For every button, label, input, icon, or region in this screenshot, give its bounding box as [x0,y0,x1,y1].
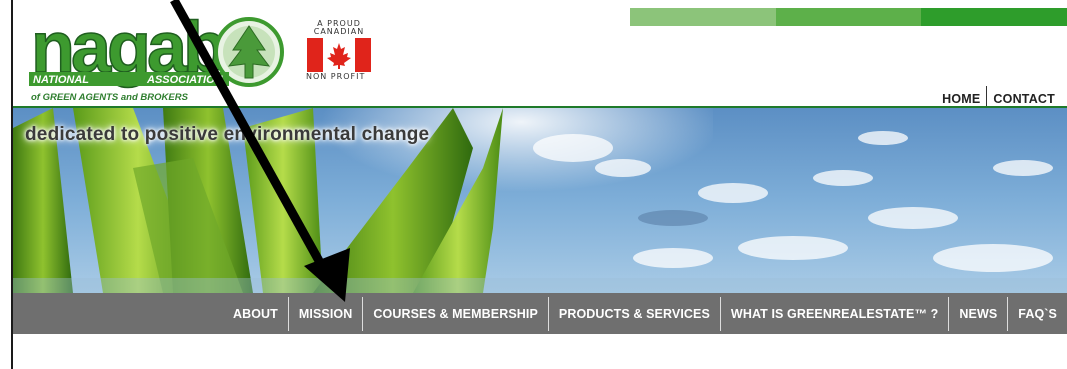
main-navigation: ABOUT MISSION COURSES & MEMBERSHIP PRODU… [13,293,1067,334]
banner-tagline: dedicated to positive environmental chan… [25,124,430,145]
nav-faqs[interactable]: FAQ`S [1008,307,1067,321]
nav-about[interactable]: ABOUT [223,307,288,321]
badge-top-line-2: CANADIAN [313,27,365,36]
top-bar-segment [775,8,922,26]
page-frame: nagab NATIONAL ASSOCIATION of GREEN AGEN… [11,0,1067,369]
top-color-bar [630,8,1067,26]
top-nav-home[interactable]: HOME [936,92,986,106]
nav-mission[interactable]: MISSION [289,307,362,321]
nav-news[interactable]: NEWS [949,307,1007,321]
nav-what-is-greenrealestate[interactable]: WHAT IS GREENREALESTATE™ ? [721,307,948,321]
badge-bottom-line: NON PROFIT [306,72,366,81]
logo-association: ASSOCIATION [146,74,224,86]
logo-subtitle: of GREEN AGENTS and BROKERS [31,92,189,103]
hero-banner: dedicated to positive environmental chan… [13,108,1067,293]
canadian-nonprofit-badge: A PROUD CANADIAN NON PROFIT [306,20,376,90]
logo-national: NATIONAL [33,74,89,86]
top-bar-segment [921,8,1067,26]
site-header: nagab NATIONAL ASSOCIATION of GREEN AGEN… [13,0,1067,112]
canada-flag-icon [307,38,371,72]
nav-products-services[interactable]: PRODUCTS & SERVICES [549,307,720,321]
top-nav-contact[interactable]: CONTACT [987,92,1061,106]
nagab-logo[interactable]: nagab NATIONAL ASSOCIATION of GREEN AGEN… [27,8,297,108]
top-bar-segment [630,8,776,26]
nav-courses-membership[interactable]: COURSES & MEMBERSHIP [363,307,548,321]
